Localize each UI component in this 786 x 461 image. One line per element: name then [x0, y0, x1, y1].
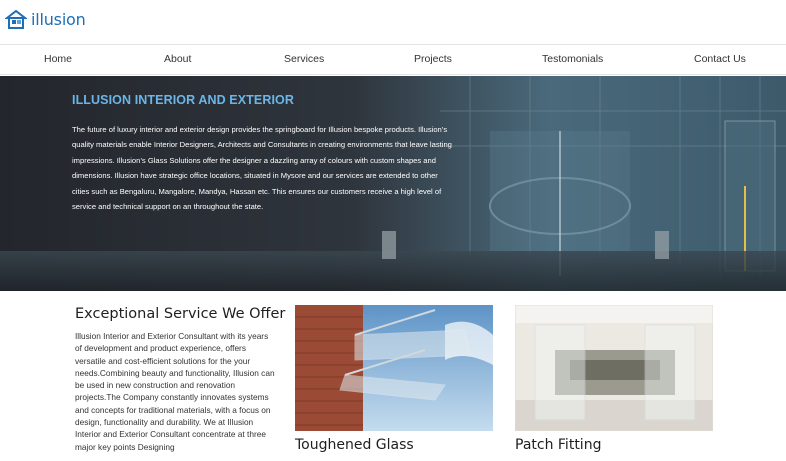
- nav-services[interactable]: Services: [284, 53, 324, 65]
- nav-home[interactable]: Home: [44, 53, 72, 65]
- house-logo-icon: [4, 8, 28, 30]
- hero-banner: ILLUSION INTERIOR AND EXTERIOR The futur…: [0, 76, 786, 291]
- main-nav: Home About Services Projects Testomonial…: [0, 44, 786, 75]
- toughened-glass-image[interactable]: [295, 305, 493, 431]
- nav-projects[interactable]: Projects: [414, 53, 452, 65]
- services-title: Exceptional Service We Offer: [75, 306, 286, 322]
- services-description: Illusion Interior and Exterior Consultan…: [75, 331, 275, 452]
- nav-about[interactable]: About: [164, 53, 191, 65]
- card-title-toughened-glass[interactable]: Toughened Glass: [295, 437, 414, 453]
- patch-fitting-image[interactable]: [515, 305, 713, 431]
- card-title-patch-fitting[interactable]: Patch Fitting: [515, 437, 601, 453]
- nav-contact[interactable]: Contact Us: [694, 53, 746, 65]
- hero-title: ILLUSION INTERIOR AND EXTERIOR: [72, 93, 294, 107]
- site-header: illusion: [0, 0, 786, 44]
- logo-text: illusion: [31, 9, 86, 29]
- hero-description: The future of luxury interior and exteri…: [72, 125, 452, 212]
- nav-testimonials[interactable]: Testomonials: [542, 53, 603, 65]
- logo[interactable]: illusion: [4, 6, 86, 32]
